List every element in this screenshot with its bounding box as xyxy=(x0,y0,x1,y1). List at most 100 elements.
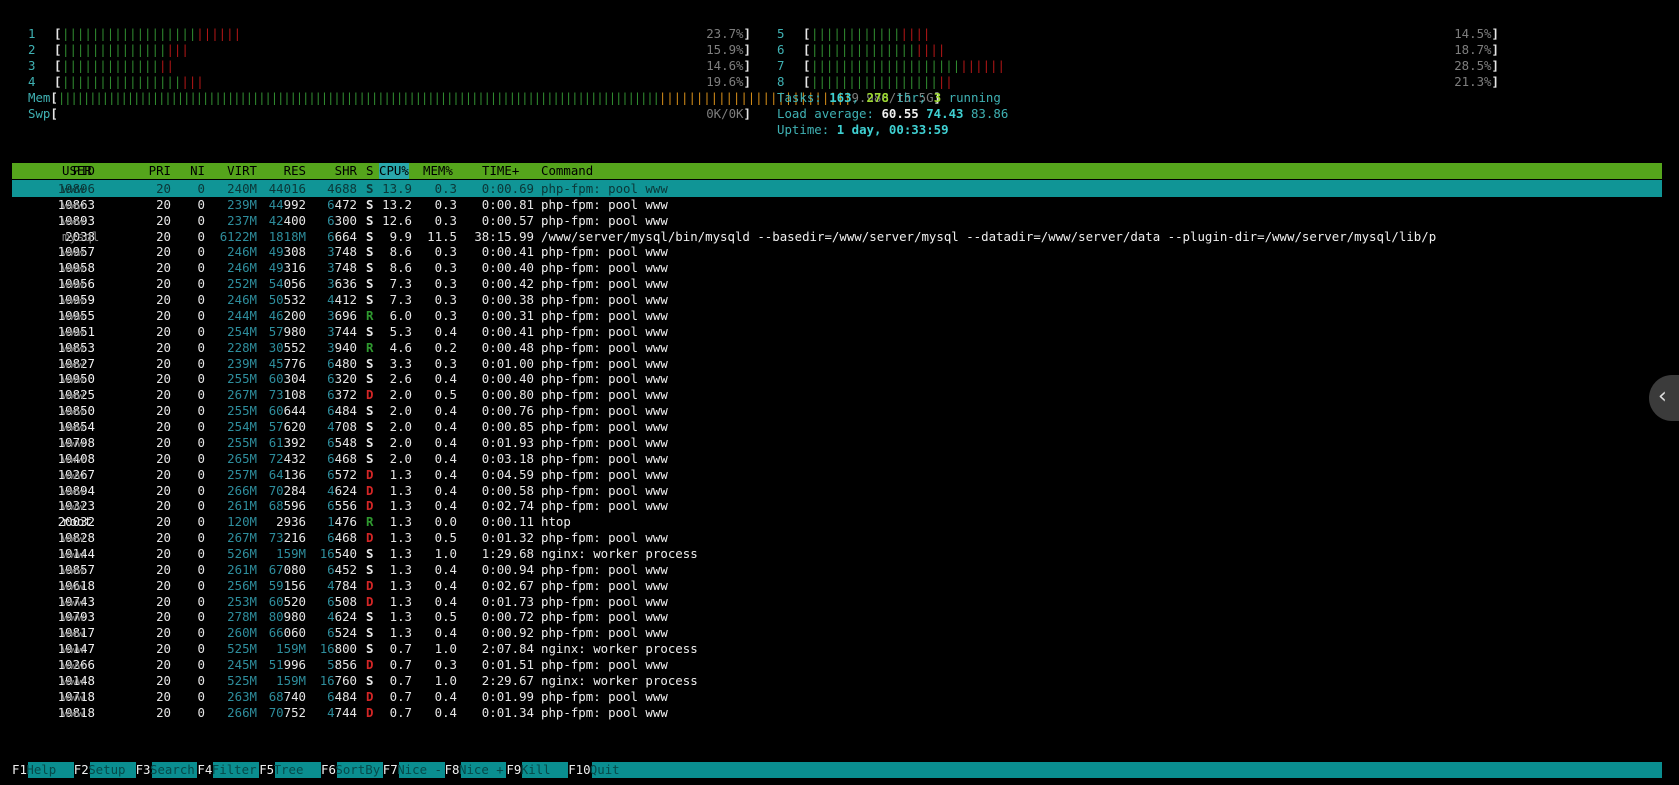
shr: 4784 xyxy=(327,577,357,594)
process-row[interactable]: 19957 www 20 0 246M 49308 3748 S 8.6 0.3 0:00.41 ph… xyxy=(12,243,1662,260)
process-row[interactable]: 19798 www 20 0 255M 61392 6548 S 2.0 0.4 0:01.93 ph… xyxy=(12,434,1662,451)
virt: 255M xyxy=(227,434,257,450)
function-label-f9[interactable]: Kill xyxy=(521,762,566,778)
cpu-percent: 23.7% xyxy=(706,26,744,41)
shr-high: 6 xyxy=(327,498,335,514)
process-row[interactable]: 19956 www 20 0 252M 54056 3636 S 7.3 0.3 0:00.42 ph… xyxy=(12,275,1662,292)
column-header-s[interactable]: S xyxy=(366,163,373,179)
process-row[interactable]: 19850 www 20 0 255M 60644 6484 S 2.0 0.4 0:00.76 ph… xyxy=(12,402,1662,419)
column-header-cpu[interactable]: CPU% xyxy=(379,163,409,179)
cpu-time: 0:01.00 xyxy=(481,355,534,371)
mem-percent: 0.4 xyxy=(434,371,457,387)
command: php-fpm: pool www xyxy=(541,387,668,403)
process-row[interactable]: 19853 www 20 0 228M 30552 3940 R 4.6 0.2 0:00.48 ph… xyxy=(12,339,1662,356)
function-label-f8[interactable]: Nice + xyxy=(459,762,504,778)
process-row[interactable]: 19147 www 20 0 525M 159M 16800 S 0.7 1.0 2:07.84 ng… xyxy=(12,640,1662,657)
function-label-f10[interactable]: Quit xyxy=(590,762,620,778)
shr-low: 484 xyxy=(334,403,357,419)
cpu-value-6: 18.7%] xyxy=(1443,41,1499,58)
mem-percent: 0.4 xyxy=(434,577,457,593)
mem-percent: 0.4 xyxy=(434,593,457,609)
res: 54056 xyxy=(269,275,306,292)
shr: 6472 xyxy=(327,196,357,213)
process-row[interactable]: 19828 www 20 0 267M 73216 6468 D 1.3 0.5 0:01.32 ph… xyxy=(12,529,1662,546)
shr-high: 6 xyxy=(327,593,335,609)
function-label-f2[interactable]: Setup xyxy=(88,762,133,778)
priority: 20 xyxy=(156,530,171,546)
process-row[interactable]: 19894 www 20 0 266M 70284 4624 D 1.3 0.4 0:00.58 ph… xyxy=(12,482,1662,499)
command: nginx: worker process xyxy=(541,641,698,657)
command: php-fpm: pool www xyxy=(541,339,668,355)
function-label-f7[interactable]: Nice - xyxy=(397,762,442,778)
res-low: 996 xyxy=(283,657,306,673)
shr-high: 3 xyxy=(327,323,335,339)
cpu-label: 8 xyxy=(777,74,785,89)
process-row[interactable]: 19718 www 20 0 263M 68740 6484 D 0.7 0.4 0:01.99 ph… xyxy=(12,688,1662,705)
process-row[interactable]: 19323 www 20 0 261M 68596 6556 D 1.3 0.4 0:02.74 ph… xyxy=(12,497,1662,514)
process-table-header[interactable]: PID USER PRI NI VIRT RES SHR S CPU% MEM% TIME+ Comm… xyxy=(12,163,1662,179)
mem-percent: 0.4 xyxy=(434,403,457,419)
function-label-f1[interactable]: Help xyxy=(26,762,71,778)
function-label-f5[interactable]: Tree xyxy=(274,762,319,778)
state: S xyxy=(366,228,374,244)
cpu-percent: 8.6 xyxy=(389,260,412,276)
column-header-shr[interactable]: SHR xyxy=(335,163,357,179)
process-row[interactable]: 19896 www 20 0 240M 44016 4688 S 13.9 0.3 0:00.69 p… xyxy=(12,180,1662,197)
virt: 255M xyxy=(227,371,257,387)
cpu-percent: 2.0 xyxy=(389,387,412,403)
function-key-f10[interactable]: F10 xyxy=(568,762,592,778)
command: php-fpm: pool www xyxy=(541,355,668,371)
function-label-f6[interactable]: SortBy xyxy=(335,762,380,778)
process-row[interactable]: 19959 www 20 0 246M 50532 4412 S 7.3 0.3 0:00.38 ph… xyxy=(12,291,1662,308)
process-row[interactable]: 19893 www 20 0 237M 42400 6300 S 12.6 0.3 0:00.57 p… xyxy=(12,212,1662,229)
process-row[interactable]: 19148 www 20 0 525M 159M 16760 S 0.7 1.0 2:29.67 ng… xyxy=(12,672,1662,689)
shr-high: 3 xyxy=(327,307,335,323)
process-row[interactable]: 19817 www 20 0 260M 66060 6524 S 1.3 0.4 0:00.92 ph… xyxy=(12,624,1662,641)
res-high: 57 xyxy=(268,323,284,339)
process-row[interactable]: 19743 www 20 0 253M 60520 6508 D 1.3 0.4 0:01.73 ph… xyxy=(12,593,1662,610)
column-header-res[interactable]: RES xyxy=(284,163,306,179)
process-row[interactable]: 19267 www 20 0 257M 64136 6572 D 1.3 0.4 0:04.59 ph… xyxy=(12,466,1662,483)
process-row[interactable]: 2038 mysql 20 0 6122M 1818M 6664 S 9.9 11.5 38:15.… xyxy=(12,228,1662,245)
column-header-user[interactable]: USER xyxy=(62,163,92,179)
process-row[interactable]: 19825 www 20 0 267M 73108 6372 D 2.0 0.5 0:00.80 ph… xyxy=(12,386,1662,403)
column-header-mem[interactable]: MEM% xyxy=(423,163,453,179)
meter-bracket-open: [ xyxy=(54,26,62,41)
shr: 16800 xyxy=(320,640,357,657)
command: php-fpm: pool www xyxy=(541,260,668,276)
process-row[interactable]: 19818 www 20 0 266M 70752 4744 D 0.7 0.4 0:01.34 ph… xyxy=(12,704,1662,721)
process-row[interactable]: 19958 www 20 0 246M 49316 3748 S 8.6 0.3 0:00.40 ph… xyxy=(12,259,1662,276)
shr-high: 4 xyxy=(327,292,335,308)
column-header-ni[interactable]: NI xyxy=(190,163,205,179)
process-row[interactable]: 19144 www 20 0 526M 159M 16540 S 1.3 1.0 1:29.68 ng… xyxy=(12,545,1662,562)
column-header-pri[interactable]: PRI xyxy=(149,163,171,179)
process-row[interactable]: 19950 www 20 0 255M 60304 6320 S 2.6 0.4 0:00.40 ph… xyxy=(12,370,1662,387)
process-row[interactable]: 20032 root 20 0 120M 2936 1476 R 1.3 0.0 0:00.11 ht… xyxy=(12,513,1662,530)
process-row[interactable]: 19955 www 20 0 244M 46200 3696 R 6.0 0.3 0:00.31 ph… xyxy=(12,307,1662,324)
command: php-fpm: pool www xyxy=(541,704,668,720)
process-row[interactable]: 19863 www 20 0 239M 44992 6472 S 13.2 0.3 0:00.81 p… xyxy=(12,196,1662,213)
nice: 0 xyxy=(197,466,205,482)
res: 159M xyxy=(276,640,306,657)
res: 60520 xyxy=(269,593,306,610)
state: S xyxy=(366,403,374,419)
shr-low: 468 xyxy=(334,530,357,546)
process-row[interactable]: 19951 www 20 0 254M 57980 3744 S 5.3 0.4 0:00.41 ph… xyxy=(12,323,1662,340)
process-row[interactable]: 19854 www 20 0 254M 57620 4708 S 2.0 0.4 0:00.85 ph… xyxy=(12,418,1662,435)
column-header-time[interactable]: TIME+ xyxy=(482,163,519,179)
column-header-virt[interactable]: VIRT xyxy=(227,163,257,179)
process-row[interactable]: 19827 www 20 0 239M 45776 6480 S 3.3 0.3 0:01.00 ph… xyxy=(12,355,1662,372)
function-label-f4[interactable]: Filter xyxy=(212,762,257,778)
column-header-command[interactable]: Command xyxy=(541,163,593,179)
virt: 254M xyxy=(227,419,257,435)
cpu-bar: |||||||||||||||| xyxy=(811,25,930,42)
process-row[interactable]: 19266 www 20 0 245M 51996 5856 D 0.7 0.3 0:01.51 ph… xyxy=(12,656,1662,673)
command: php-fpm: pool www xyxy=(541,482,668,498)
function-label-f3[interactable]: Search xyxy=(150,762,195,778)
process-row[interactable]: 19618 www 20 0 256M 59156 4784 D 1.3 0.4 0:02.67 ph… xyxy=(12,577,1662,594)
shr-high: 4 xyxy=(327,482,335,498)
process-row[interactable]: 19857 www 20 0 261M 67080 6452 S 1.3 0.4 0:00.94 ph… xyxy=(12,561,1662,578)
res: 60644 xyxy=(269,402,306,419)
process-row[interactable]: 19793 www 20 0 278M 80980 4624 S 1.3 0.5 0:00.72 ph… xyxy=(12,608,1662,625)
process-row[interactable]: 19408 www 20 0 265M 72432 6468 S 2.0 0.4 0:03.18 ph… xyxy=(12,450,1662,467)
